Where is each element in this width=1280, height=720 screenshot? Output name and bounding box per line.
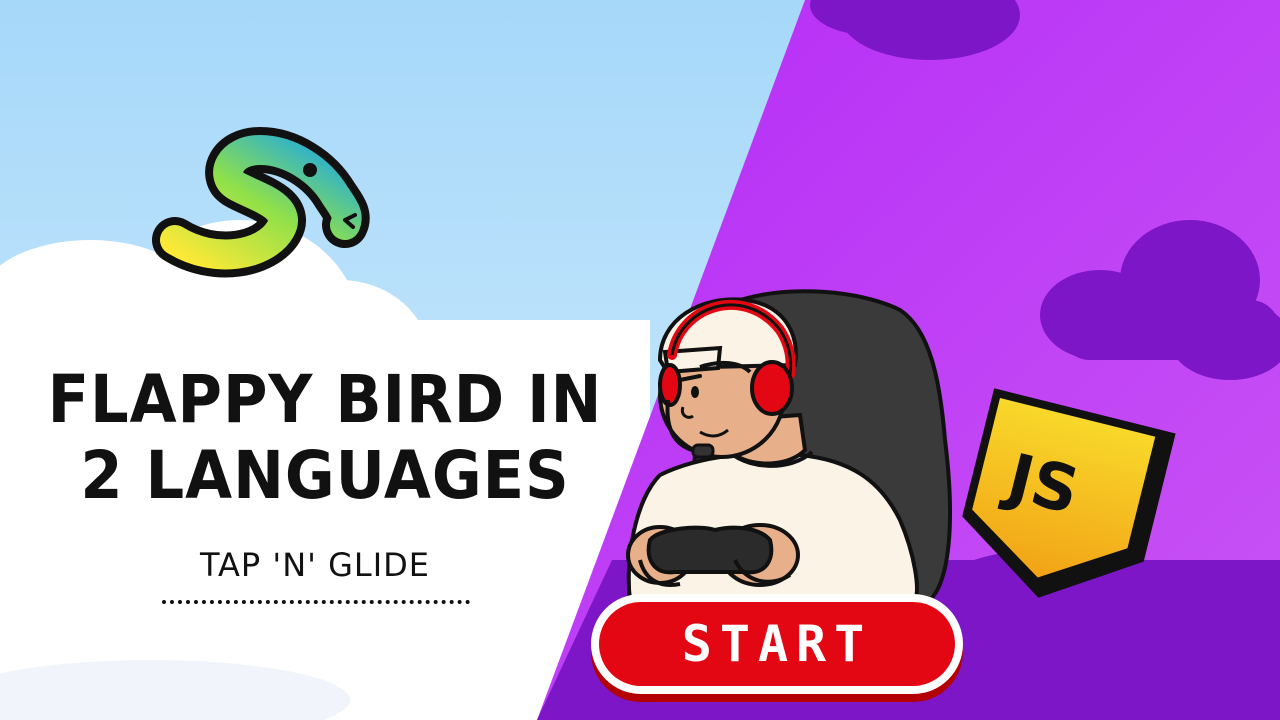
page-title: FLAPPY BIRD IN 2 LANGUAGES [47,361,603,514]
dotted-divider [162,600,470,604]
start-button-label: START [599,602,955,686]
start-button[interactable]: START [591,594,963,694]
subtitle: TAP 'N' GLIDE [199,546,431,584]
